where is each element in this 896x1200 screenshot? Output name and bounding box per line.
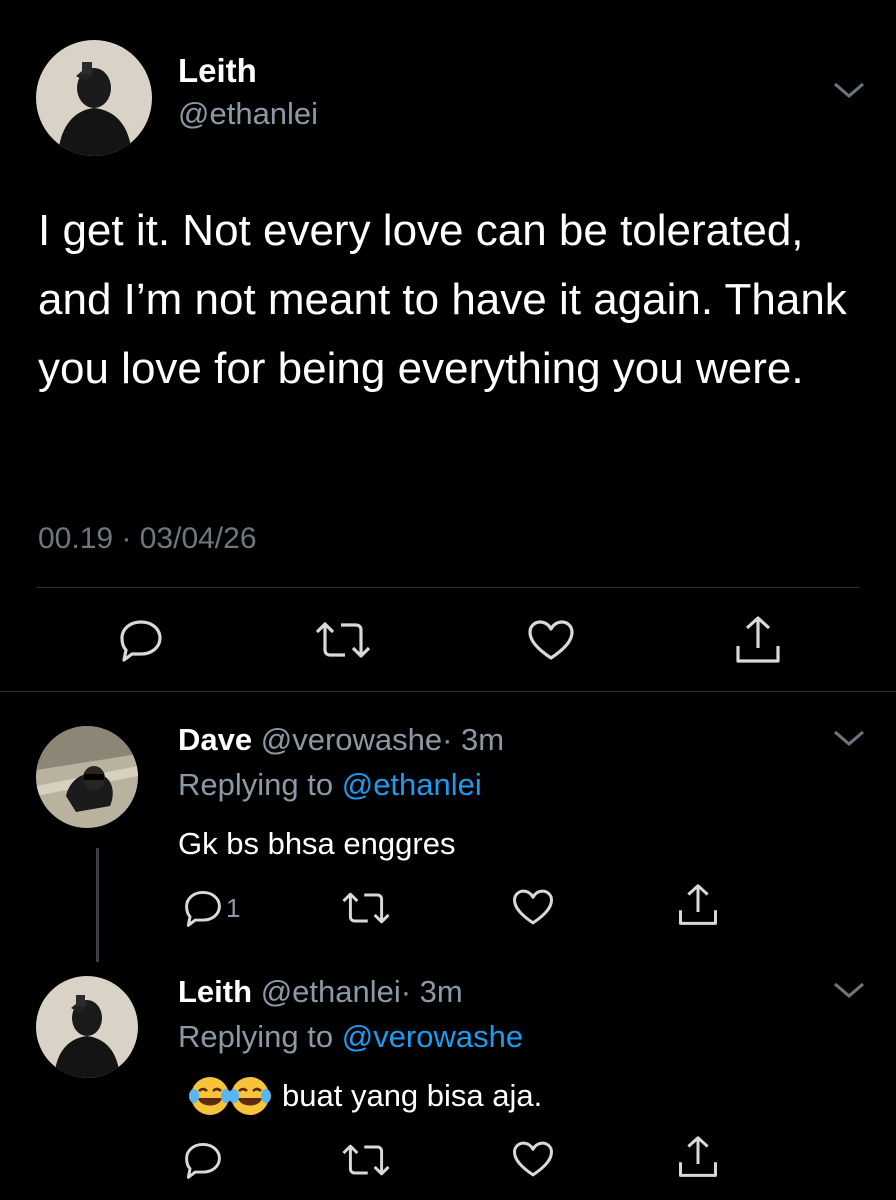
share-icon[interactable] (677, 882, 719, 928)
retweet-icon[interactable] (340, 890, 392, 926)
reply-icon[interactable] (118, 618, 164, 662)
share-icon[interactable] (734, 614, 782, 666)
replying-label: Replying to (178, 1019, 334, 1054)
replying-mention[interactable]: @ethanlei (342, 767, 482, 802)
like-icon[interactable] (526, 618, 576, 662)
tweet-text: I get it. Not every love can be tolerate… (38, 206, 847, 393)
reply-icon[interactable] (183, 1141, 223, 1179)
author-name[interactable]: Leith (178, 52, 257, 90)
reply-time: · 3m (400, 974, 463, 1009)
replying-mention[interactable]: @verowashe (342, 1019, 523, 1054)
replying-to: Replying to @verowashe (178, 1019, 523, 1055)
retweet-icon[interactable] (340, 1142, 392, 1178)
like-icon[interactable] (511, 1139, 555, 1179)
reply-count: 1 (226, 893, 241, 923)
reply-author-handle[interactable]: @ethanlei (261, 974, 401, 1009)
chevron-down-icon[interactable] (832, 80, 866, 100)
reply-text: Gk bs bhsa enggres (178, 826, 456, 861)
avatar[interactable] (36, 40, 152, 156)
chevron-down-icon[interactable] (832, 728, 866, 748)
chevron-down-icon[interactable] (832, 980, 866, 1000)
reply-author-name[interactable]: Leith (178, 974, 252, 1009)
divider (36, 587, 860, 588)
reply-time: · 3m (442, 722, 505, 757)
reply-author-handle[interactable]: @verowashe (261, 722, 442, 757)
avatar[interactable] (36, 726, 138, 828)
like-icon[interactable] (511, 887, 555, 927)
retweet-icon[interactable] (313, 620, 373, 660)
tweet-timestamp: 00.19 · 03/04/26 (38, 522, 257, 555)
replying-label: Replying to (178, 767, 334, 802)
divider (0, 691, 896, 692)
thread-line (96, 848, 99, 962)
avatar[interactable] (36, 976, 138, 1078)
reply-text: buat yang bisa aja. (282, 1078, 543, 1113)
author-handle[interactable]: @ethanlei (178, 96, 318, 132)
reply-author-name[interactable]: Dave (178, 722, 252, 757)
tears-of-joy-emoji-icon (188, 1074, 232, 1118)
share-icon[interactable] (677, 1134, 719, 1180)
tears-of-joy-emoji-icon (228, 1074, 272, 1118)
reply-icon[interactable] (183, 889, 223, 927)
replying-to: Replying to @ethanlei (178, 767, 482, 803)
